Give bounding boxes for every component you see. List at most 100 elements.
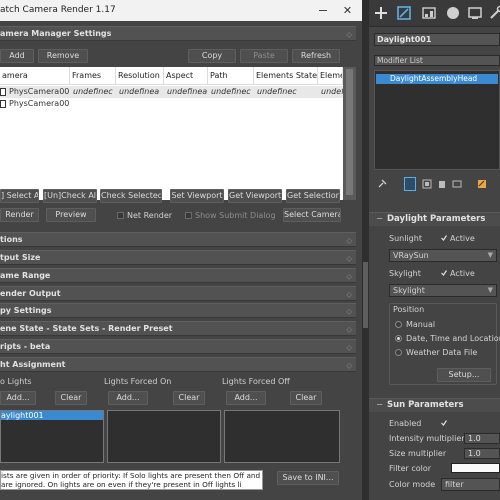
solo-lights-list[interactable]: aylight001 [0,410,104,463]
table-scrollbar[interactable] [343,67,356,200]
remove-camera-button[interactable]: Remove [38,49,88,63]
modify-icon[interactable] [396,5,412,21]
rollout-camera-manager[interactable]: amera Manager Settings ⬦ [0,26,356,41]
copy-button[interactable]: Copy [188,49,236,63]
column-header-elements[interactable]: Eleme [318,67,343,85]
splitter-grip[interactable] [363,262,368,328]
modifier-sets-icon[interactable] [477,179,487,189]
dropdown-value: filter [445,480,464,489]
display-icon[interactable] [467,5,483,21]
column-header-path[interactable]: Path [208,67,254,85]
intensity-multiplier-label: Intensity multiplier [389,434,465,443]
modifier-list-dropdown[interactable]: Modifier List [374,55,500,66]
checkbox-icon[interactable] [0,88,6,96]
column-header-resolution[interactable]: Resolution [116,67,164,85]
date-time-location-radio[interactable] [395,335,402,342]
sun-parameters-header[interactable]: − Sun Parameters [369,398,500,412]
resolution-cell: undefinea [119,87,160,96]
info-line: ists are given in order of priority: If … [1,471,261,480]
rollout-pin-icon: ⬦ [346,290,352,299]
forced-on-lights-list[interactable] [107,410,221,463]
forced-off-clear-button[interactable]: Clear [290,391,322,405]
sunlight-type-dropdown[interactable]: VRaySun ▼ [389,249,497,262]
rollout-frame-range[interactable]: ame Range ⬦ [0,268,356,283]
show-end-result-icon[interactable] [404,177,416,191]
remove-modifier-icon[interactable] [437,179,447,189]
dropdown-value: VRaySun [393,251,429,260]
skylight-type-dropdown[interactable]: Skylight ▼ [389,284,497,297]
preview-button[interactable]: Preview [46,208,96,222]
make-unique-icon[interactable] [422,179,432,189]
solo-add-button[interactable]: Add... [0,391,36,405]
rollout-output-size[interactable]: tput Size ⬦ [0,250,356,265]
forced-off-add-button[interactable]: Add... [226,391,266,405]
add-camera-button[interactable]: Add [0,49,34,63]
rollout-copy-settings[interactable]: py Settings ⬦ [0,303,356,318]
set-viewport-button[interactable]: Set Viewport [170,189,224,203]
modifier-stack[interactable]: DaylightAssemblyHead [374,70,500,170]
rollout-scripts[interactable]: ripts - beta ⬦ [0,339,356,354]
stack-item-daylight-assembly[interactable]: DaylightAssemblyHead [376,74,498,84]
uncheck-all-button[interactable]: [Un]Check All [43,189,97,203]
get-viewport-button[interactable]: Get Viewport [228,189,282,203]
window-titlebar[interactable]: atch Camera Render 1.17 ✕ [0,0,362,21]
elements-state-cell: undefinec [257,87,297,96]
table-row[interactable]: PhysCamera002 [0,98,343,110]
get-selection-button[interactable]: Get Selection [286,189,340,203]
rollout-scene-state[interactable]: ene State - State Sets - Render Preset ⬦ [0,321,356,336]
rollout-options[interactable]: tions ⬦ [0,232,356,247]
list-item[interactable]: aylight001 [1,411,103,420]
sunlight-active-checkbox[interactable] [441,235,447,241]
refresh-button[interactable]: Refresh [292,49,340,63]
collapse-icon: − [376,214,384,224]
manual-radio[interactable] [395,321,402,328]
pin-stack-icon[interactable] [377,179,387,189]
scrollbar-thumb[interactable] [346,69,353,195]
forced-on-clear-button[interactable]: Clear [173,391,205,405]
configure-sets-icon[interactable] [452,179,462,189]
rollout-render-output[interactable]: ender Output ⬦ [0,286,356,301]
color-mode-label: Color mode [389,480,436,489]
render-button[interactable]: Render [0,208,39,222]
rollout-light-assignment[interactable]: ht Assignment ⬦ [0,357,356,372]
column-header-elements-state[interactable]: Elements State [254,67,318,85]
column-header-frames[interactable]: Frames [70,67,116,85]
size-multiplier-spinner[interactable]: 1.0 [464,448,500,459]
close-button[interactable]: ✕ [333,0,362,21]
motion-icon[interactable] [445,5,461,21]
create-icon[interactable] [373,5,389,21]
table-row[interactable]: PhysCamera001 undefinec undefinea undefi… [0,86,343,98]
panel-splitter[interactable] [362,0,369,500]
rollout-title: tions [0,235,23,244]
skylight-active-checkbox[interactable] [441,270,447,276]
show-submit-checkbox[interactable] [185,212,192,219]
skylight-active-label: Active [450,269,475,278]
forced-on-add-button[interactable]: Add... [108,391,148,405]
rollout-pin-icon: ⬦ [346,254,352,263]
forced-off-lights-list[interactable] [224,410,340,463]
object-name-field[interactable]: Daylight001 [374,33,500,46]
color-mode-dropdown[interactable]: filter [441,478,500,491]
checkbox-icon[interactable] [0,100,6,108]
filter-color-swatch[interactable] [451,463,500,473]
rollout-pin-icon: ⬦ [346,325,352,334]
paste-button[interactable]: Paste [240,49,288,63]
enabled-checkbox[interactable] [441,420,447,426]
setup-button[interactable]: Setup... [437,368,491,382]
select-camera-button[interactable]: Select Camera [283,208,341,222]
check-selected-button[interactable]: Check Selected [100,189,162,203]
daylight-parameters-header[interactable]: − Daylight Parameters [369,212,500,226]
minimize-button[interactable] [313,0,333,21]
intensity-multiplier-spinner[interactable]: 1.0 [464,433,500,444]
hierarchy-icon[interactable] [421,5,437,21]
column-header-camera[interactable]: amera [0,67,70,85]
weather-file-radio[interactable] [395,349,402,356]
solo-clear-button[interactable]: Clear [55,391,87,405]
save-to-ini-button[interactable]: Save to INI... [277,471,339,485]
select-all-button[interactable]: ] Select All [0,189,39,203]
frames-cell: undefinec [73,87,113,96]
net-render-checkbox[interactable] [117,212,124,219]
column-header-aspect[interactable]: Aspect [164,67,208,85]
utilities-icon[interactable] [488,5,500,21]
camera-table[interactable]: amera Frames Resolution Aspect Path Elem… [0,67,343,200]
